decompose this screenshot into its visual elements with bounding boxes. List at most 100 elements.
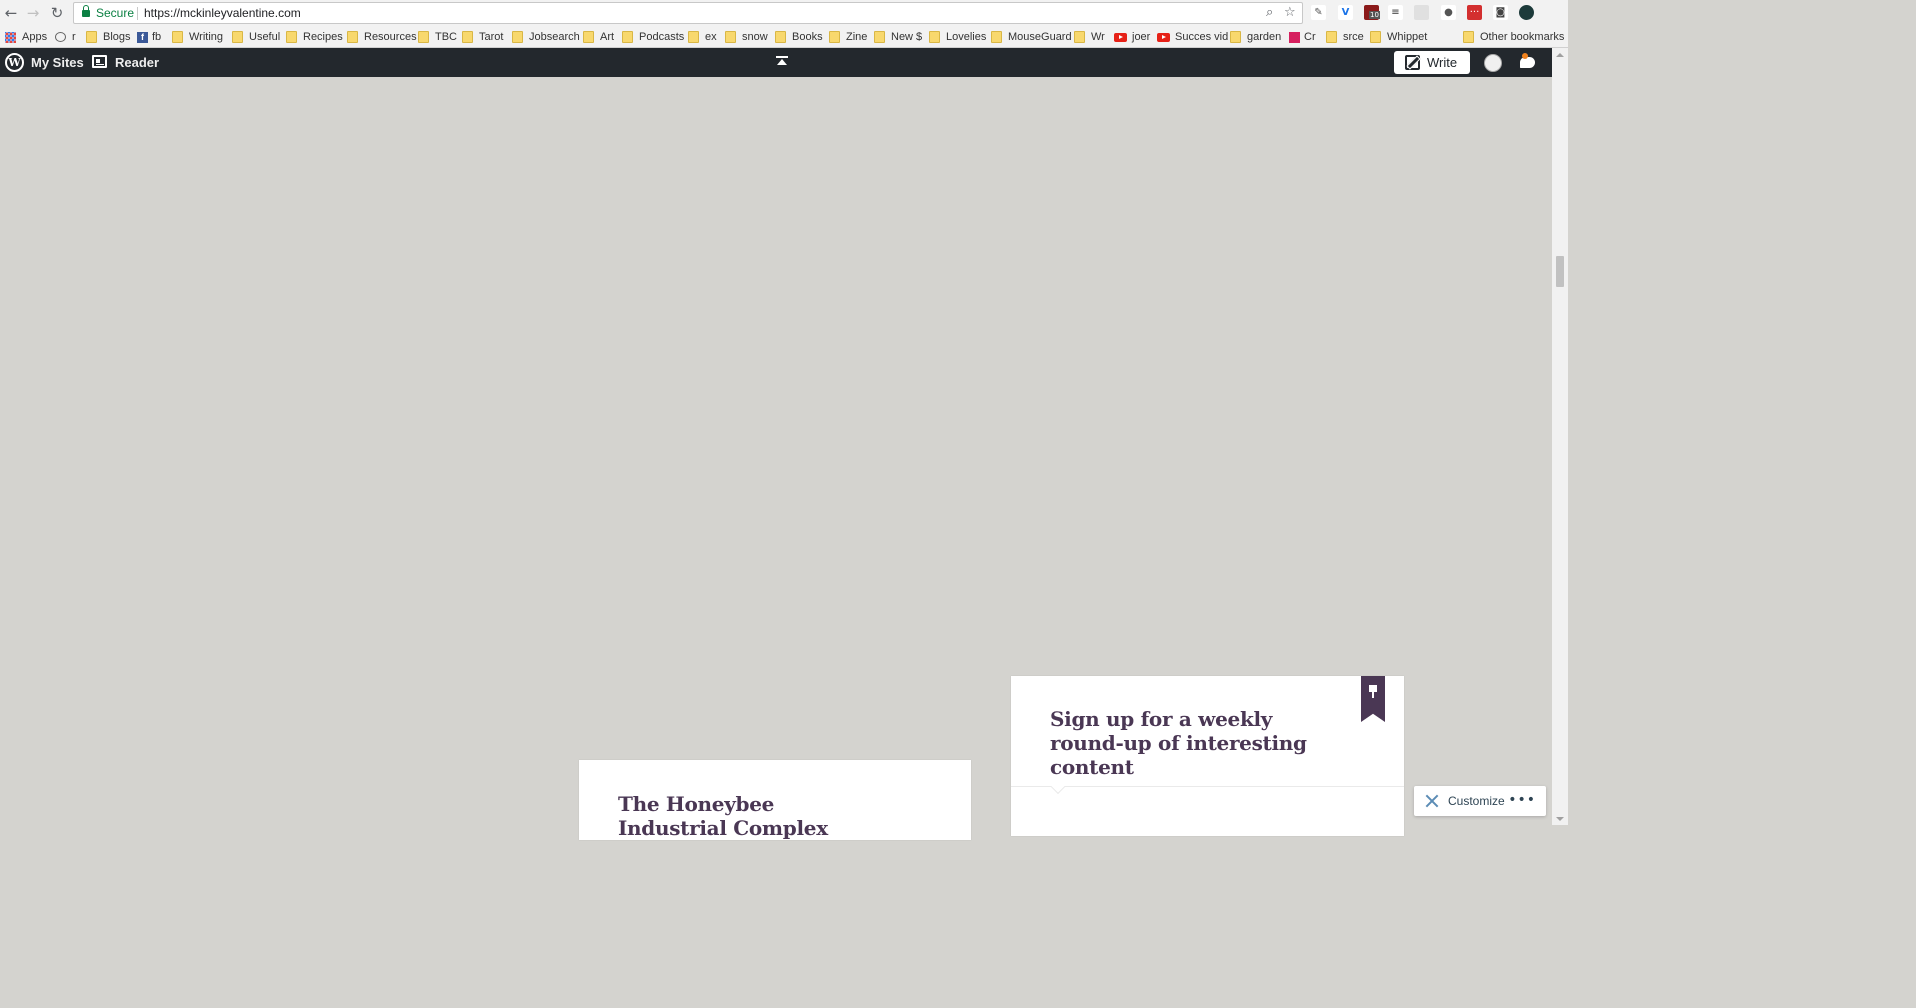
folder-icon xyxy=(232,31,243,43)
folder-icon xyxy=(874,31,885,43)
folder-icon xyxy=(929,31,940,43)
back-arrow-icon[interactable]: ← xyxy=(2,4,20,22)
folder-icon xyxy=(286,31,297,43)
lastpass-icon[interactable]: ··· xyxy=(1467,5,1482,20)
folder-icon xyxy=(583,31,594,43)
address-bar[interactable]: Secure https://mckinleyvalentine.com ⌕ ☆ xyxy=(73,2,1303,24)
bookmark-cr[interactable]: Cr xyxy=(1289,29,1316,45)
wordpress-logo-icon[interactable]: W xyxy=(5,53,24,72)
browser-toolbar: ← → ↻ Secure https://mckinleyvalentine.c… xyxy=(0,0,1568,26)
folder-icon xyxy=(775,31,786,43)
folder-icon xyxy=(829,31,840,43)
ublock-icon[interactable]: 10 xyxy=(1364,5,1380,20)
honeybee-card-title[interactable]: The Honeybee Industrial Complex xyxy=(618,792,868,840)
honeybee-card[interactable]: The Honeybee Industrial Complex xyxy=(579,760,971,840)
folder-icon xyxy=(172,31,183,43)
bookmark-apps[interactable]: Apps xyxy=(5,29,47,45)
bookmark-snow[interactable]: snow xyxy=(725,29,768,45)
bookmark-srce[interactable]: srce xyxy=(1326,29,1364,45)
bookmark-other[interactable]: Other bookmarks xyxy=(1463,29,1564,45)
folder-icon xyxy=(1463,31,1474,43)
card-divider xyxy=(1011,786,1404,787)
notifications-icon[interactable] xyxy=(1519,53,1537,71)
extension-badge: 10 xyxy=(1369,11,1380,19)
bookmark-wr[interactable]: Wr xyxy=(1074,29,1105,45)
tools-icon xyxy=(1425,794,1439,808)
apps-grid-icon xyxy=(5,31,16,43)
star-bookmark-icon[interactable]: ☆ xyxy=(1284,5,1296,20)
my-sites-link[interactable]: My Sites xyxy=(31,55,84,70)
buffer-icon[interactable]: ≡ xyxy=(1388,5,1403,20)
bookmark-podcasts[interactable]: Podcasts xyxy=(622,29,684,45)
pocket-icon[interactable]: ◙ xyxy=(1493,5,1508,20)
bookmark-r[interactable]: r xyxy=(55,29,76,45)
more-options-icon[interactable]: ••• xyxy=(1508,793,1536,807)
folder-icon xyxy=(1370,31,1381,43)
folder-icon xyxy=(512,31,523,43)
avatar[interactable] xyxy=(1484,54,1502,72)
url-text[interactable]: https://mckinleyvalentine.com xyxy=(144,6,301,20)
secure-label: Secure xyxy=(96,6,135,20)
scroll-up-arrow-icon[interactable] xyxy=(1556,53,1564,57)
folder-icon xyxy=(462,31,473,43)
bookmark-blogs[interactable]: Blogs xyxy=(86,29,131,45)
write-label: Write xyxy=(1427,55,1458,70)
bookmark-mouseguard[interactable]: MouseGuard xyxy=(991,29,1072,45)
bookmark-tbc[interactable]: TBC xyxy=(418,29,457,45)
folder-icon xyxy=(418,31,429,43)
forward-arrow-icon[interactable]: → xyxy=(24,4,42,22)
extension-circle-icon[interactable] xyxy=(1519,5,1534,20)
reader-icon[interactable] xyxy=(92,55,107,68)
bookmark-lovelies[interactable]: Lovelies xyxy=(929,29,986,45)
bookmark-recipes[interactable]: Recipes xyxy=(286,29,343,45)
bookmark-whippet[interactable]: Whippet xyxy=(1370,29,1427,45)
facebook-icon: f xyxy=(137,31,148,43)
bookmark-writing[interactable]: Writing xyxy=(172,29,223,45)
bookmark-books[interactable]: Books xyxy=(775,29,823,45)
bookmark-garden[interactable]: garden xyxy=(1230,29,1281,45)
omnibox-separator xyxy=(137,7,138,20)
bookmark-joer[interactable]: joer xyxy=(1114,29,1150,45)
folder-icon xyxy=(1326,31,1337,43)
customize-widget[interactable]: Customize ••• xyxy=(1414,786,1546,816)
lock-icon xyxy=(82,5,90,17)
bookmark-zine[interactable]: Zine xyxy=(829,29,867,45)
zoom-icon[interactable]: ⌕ xyxy=(1266,5,1273,20)
extension-pen-icon[interactable]: ✎ xyxy=(1311,5,1326,20)
folder-icon xyxy=(725,31,736,43)
chat-bubble-icon[interactable]: ● xyxy=(1441,5,1456,20)
reload-icon[interactable]: ↻ xyxy=(48,4,66,22)
bookmark-art[interactable]: Art xyxy=(583,29,614,45)
bookmark-new[interactable]: New $ xyxy=(874,29,922,45)
scroll-down-arrow-icon[interactable] xyxy=(1556,817,1564,821)
write-button[interactable]: Write xyxy=(1394,51,1470,74)
bookmark-resources[interactable]: Resources xyxy=(347,29,417,45)
bookmark-useful[interactable]: Useful xyxy=(232,29,280,45)
pin-icon xyxy=(1368,685,1378,699)
bookmark-tarot[interactable]: Tarot xyxy=(462,29,503,45)
customize-label[interactable]: Customize xyxy=(1448,794,1505,808)
youtube-icon xyxy=(1114,32,1127,42)
folder-icon xyxy=(1074,31,1085,43)
wp-admin-bar: W My Sites Reader Write xyxy=(0,48,1568,77)
collapse-bar-icon[interactable] xyxy=(776,56,788,68)
extension-page-icon[interactable] xyxy=(1414,5,1429,20)
sticky-post-ribbon xyxy=(1361,676,1385,722)
bookmark-succes-vid[interactable]: Succes vid xyxy=(1157,29,1228,45)
bookmark-jobsearch[interactable]: Jobsearch xyxy=(512,29,580,45)
reddit-icon xyxy=(55,32,66,42)
card-notch xyxy=(1050,779,1066,795)
extension-v-icon[interactable]: V xyxy=(1338,5,1353,20)
signup-card-title[interactable]: Sign up for a weekly round-up of interes… xyxy=(1050,707,1340,779)
reader-link[interactable]: Reader xyxy=(115,55,159,70)
folder-icon xyxy=(86,31,97,43)
folder-icon xyxy=(347,31,358,43)
bookmark-ex[interactable]: ex xyxy=(688,29,717,45)
write-icon xyxy=(1405,55,1420,70)
bookmark-fb[interactable]: f fb xyxy=(137,29,161,45)
folder-icon xyxy=(1230,31,1241,43)
scroll-thumb[interactable] xyxy=(1556,256,1564,287)
signup-card[interactable]: Sign up for a weekly round-up of interes… xyxy=(1011,676,1404,836)
page-scrollbar[interactable] xyxy=(1552,48,1568,825)
folder-icon xyxy=(991,31,1002,43)
